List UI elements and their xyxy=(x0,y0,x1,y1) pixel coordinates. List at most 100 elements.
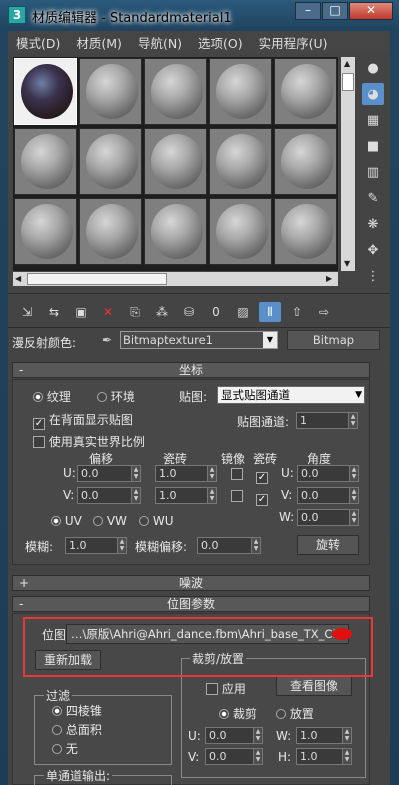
background-icon[interactable]: ▦ xyxy=(362,109,384,131)
view-image-button[interactable]: 查看图像 xyxy=(276,676,352,696)
v-angle-spinner[interactable]: 0.0 ▲ ▼ xyxy=(297,487,359,504)
u-mirror-checkbox[interactable] xyxy=(231,467,243,481)
wu-radio[interactable] xyxy=(139,516,149,526)
scroll-up-icon[interactable]: ▲ xyxy=(344,59,350,68)
crop-radio-option[interactable]: 裁剪 xyxy=(219,705,257,722)
v-tile-checkbox[interactable]: ✓ xyxy=(256,489,268,506)
show-back-checkbox[interactable]: ✓ xyxy=(33,418,45,430)
slots-vertical-scrollbar[interactable]: ▲ ▼ xyxy=(341,57,355,271)
sample-slot[interactable] xyxy=(14,128,77,195)
place-radio-option[interactable]: 放置 xyxy=(276,705,314,722)
slots-horizontal-scrollbar[interactable]: ◀ ▶ xyxy=(13,272,338,286)
horizontal-scroll-thumb[interactable] xyxy=(27,273,167,285)
environment-radio-option[interactable]: 环境 xyxy=(97,388,135,405)
spinner-arrows-icon[interactable]: ▲ ▼ xyxy=(131,466,140,481)
uv-radio[interactable] xyxy=(51,516,61,526)
spinner-arrows-icon[interactable]: ▲ ▼ xyxy=(117,538,126,553)
make-unique-icon[interactable]: ⁂ xyxy=(151,302,173,322)
vw-radio-option[interactable]: VW xyxy=(93,514,127,528)
go-forward-sibling-icon[interactable]: ⇨ xyxy=(313,302,335,322)
u-offset-spinner[interactable]: 0.0 ▲ ▼ xyxy=(77,465,141,482)
sample-slot[interactable] xyxy=(274,198,337,265)
apply-checkbox[interactable] xyxy=(206,683,218,695)
spinner-arrows-icon[interactable]: ▲ ▼ xyxy=(251,538,260,553)
eyedropper-icon[interactable]: ✒ xyxy=(102,333,112,347)
bitmap-params-rollout-header[interactable]: - 位图参数 xyxy=(12,596,370,612)
maximize-button[interactable]: □ xyxy=(322,2,348,20)
u-tile-checkbox[interactable]: ✓ xyxy=(256,467,268,484)
texture-radio-option[interactable]: 纹理 xyxy=(33,388,71,405)
coordinates-rollout-header[interactable]: - 坐标 xyxy=(12,362,370,378)
video-color-icon[interactable]: ▥ xyxy=(362,161,384,183)
no-filter-radio[interactable] xyxy=(52,744,62,754)
spinner-arrows-icon[interactable]: ▲ ▼ xyxy=(207,466,216,481)
menu-utilities[interactable]: 实用程序(U) xyxy=(251,33,336,52)
spinner-arrows-icon[interactable]: ▲ ▼ xyxy=(342,728,351,743)
material-id-channel-icon[interactable]: 0 xyxy=(205,302,227,322)
texture-radio[interactable] xyxy=(33,392,43,402)
show-map-in-viewport-icon[interactable]: ▨ xyxy=(232,302,254,322)
backlight-icon[interactable]: ◕ xyxy=(362,83,384,105)
v-tiling-spinner[interactable]: 1.0 ▲ ▼ xyxy=(155,487,217,504)
crop-u-spinner[interactable]: 0.0 ▲ ▼ xyxy=(205,727,263,744)
map-type-button[interactable]: Bitmap xyxy=(287,330,380,350)
make-preview-icon[interactable]: ✎ xyxy=(362,187,384,209)
mapping-dropdown[interactable]: 显式贴图通道 ▼ xyxy=(217,386,365,404)
put-to-library-icon[interactable]: ⛁ xyxy=(178,302,200,322)
sample-slot[interactable] xyxy=(79,58,142,125)
scroll-down-icon[interactable]: ▼ xyxy=(344,259,350,268)
v-mirror-box[interactable] xyxy=(231,490,243,502)
crop-v-spinner[interactable]: 0.0 ▲ ▼ xyxy=(205,748,263,765)
v-offset-spinner[interactable]: 0.0 ▲ ▼ xyxy=(77,487,141,504)
go-to-parent-icon[interactable]: ⇧ xyxy=(286,302,308,322)
show-end-result-icon[interactable]: ⫴ xyxy=(259,302,281,322)
select-by-material-icon[interactable]: ✥ xyxy=(362,239,384,261)
sample-slot[interactable] xyxy=(14,198,77,265)
delete-icon[interactable]: ✕ xyxy=(97,302,119,322)
menu-navigation[interactable]: 导航(N) xyxy=(130,33,190,52)
options-icon[interactable]: ❋ xyxy=(362,213,384,235)
environment-radio[interactable] xyxy=(97,392,107,402)
show-back-option[interactable]: ✓ 在背面显示贴图 xyxy=(33,411,133,430)
spinner-arrows-icon[interactable]: ▲ ▼ xyxy=(349,466,358,481)
sample-slot-active[interactable] xyxy=(14,58,77,125)
real-world-checkbox[interactable] xyxy=(33,436,45,448)
spinner-arrows-icon[interactable]: ▲ ▼ xyxy=(349,510,358,525)
get-material-icon[interactable]: ⇲ xyxy=(16,302,38,322)
assign-to-selection-icon[interactable]: ▣ xyxy=(70,302,92,322)
map-name-dropdown[interactable]: Bitmaptexture1 ▼ xyxy=(120,331,278,349)
sample-slot[interactable] xyxy=(79,128,142,195)
rotate-button[interactable]: 旋转 xyxy=(297,535,359,555)
w-angle-spinner[interactable]: 0.0 ▲ ▼ xyxy=(297,509,359,526)
pyramidal-radio-option[interactable]: 四棱锥 xyxy=(52,702,102,719)
wu-radio-option[interactable]: WU xyxy=(139,514,173,528)
close-button[interactable]: ✕ xyxy=(349,2,393,20)
uv-radio-option[interactable]: UV xyxy=(51,514,82,528)
sample-slot[interactable] xyxy=(209,128,272,195)
dropdown-arrow-icon[interactable]: ▼ xyxy=(263,332,277,348)
sample-slot[interactable] xyxy=(144,198,207,265)
noise-rollout-header[interactable]: + 噪波 xyxy=(12,575,370,591)
put-to-scene-icon[interactable]: ⇆ xyxy=(43,302,65,322)
crop-h-spinner[interactable]: 1.0 ▲ ▼ xyxy=(296,748,352,765)
spinner-arrows-icon[interactable]: ▲ ▼ xyxy=(131,488,140,503)
scroll-right-icon[interactable]: ▶ xyxy=(326,274,332,283)
menu-options[interactable]: 选项(O) xyxy=(190,33,251,52)
crop-w-spinner[interactable]: 1.0 ▲ ▼ xyxy=(296,727,352,744)
title-bar[interactable]: 3 材质编辑器 - Standardmaterial1 – □ ✕ xyxy=(0,0,399,30)
no-filter-radio-option[interactable]: 无 xyxy=(52,740,78,757)
spinner-arrows-icon[interactable]: ▲ ▼ xyxy=(207,488,216,503)
spinner-arrows-icon[interactable]: ▲ ▼ xyxy=(253,728,262,743)
u-tile-box[interactable]: ✓ xyxy=(256,472,268,484)
real-world-option[interactable]: 使用真实世界比例 xyxy=(33,433,145,450)
material-navigator-icon[interactable]: ⋮ xyxy=(362,265,384,287)
pyramidal-radio[interactable] xyxy=(52,706,62,716)
u-angle-spinner[interactable]: 0.0 ▲ ▼ xyxy=(297,465,359,482)
map-channel-spinner[interactable]: 1 ▲ ▼ xyxy=(296,412,358,429)
crop-radio[interactable] xyxy=(219,709,229,719)
blur-offset-spinner[interactable]: 0.0 ▲ ▼ xyxy=(197,537,261,554)
spinner-arrows-icon[interactable]: ▲ ▼ xyxy=(342,749,351,764)
summed-area-radio-option[interactable]: 总面积 xyxy=(52,721,102,738)
sample-slot[interactable] xyxy=(79,198,142,265)
vertical-scroll-thumb[interactable] xyxy=(342,73,354,91)
